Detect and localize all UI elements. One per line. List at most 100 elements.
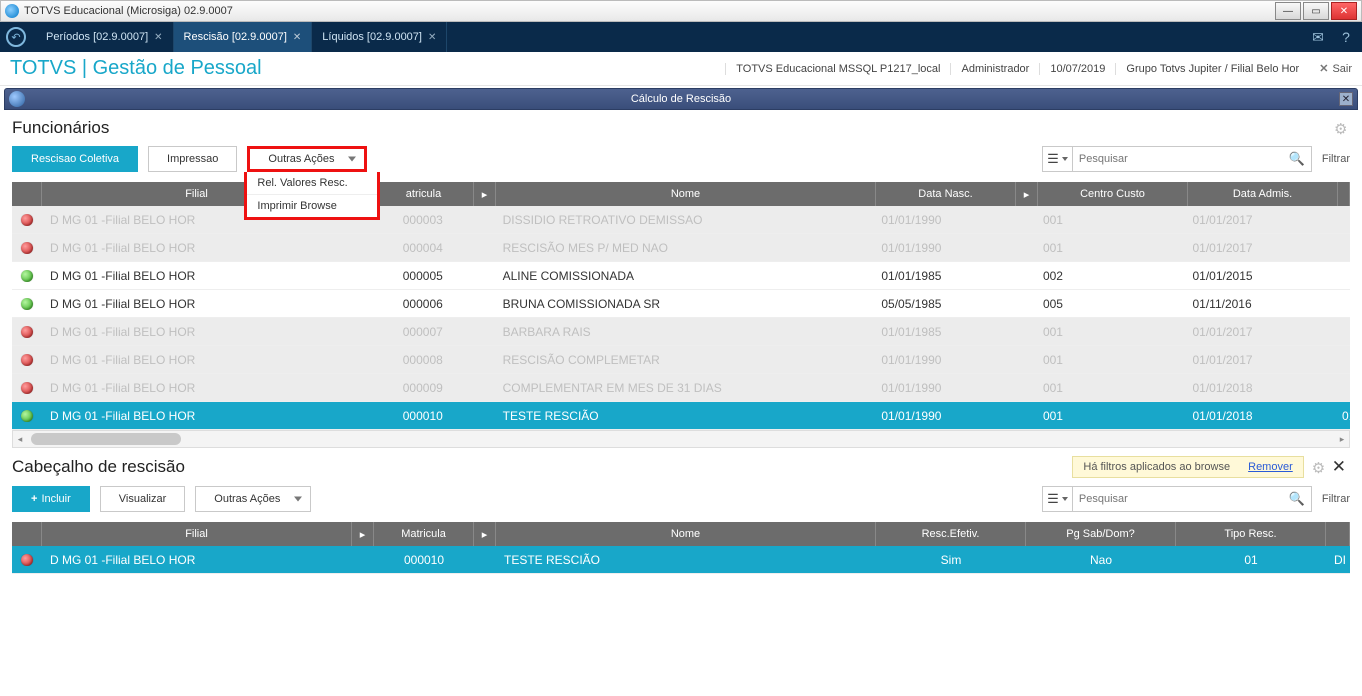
modal-header: Cálculo de Rescisão ✕ — [4, 88, 1358, 110]
status-dot-icon — [21, 214, 33, 226]
context-bar: TOTVS | Gestão de Pessoal TOTVS Educacio… — [0, 52, 1362, 86]
menu-imprimir-browse[interactable]: Imprimir Browse — [247, 194, 377, 217]
cell-matricula: 000006 — [373, 297, 473, 311]
status-dot-icon — [21, 554, 33, 566]
table-row[interactable]: D MG 01 -Filial BELO HOR000010TESTE RESC… — [12, 546, 1350, 574]
close-icon[interactable]: ✕ — [154, 32, 162, 43]
scroll-thumb[interactable] — [31, 433, 181, 445]
gear-icon[interactable]: ⚙ — [1334, 120, 1350, 136]
col-matricula[interactable]: atricula — [374, 182, 474, 206]
cell-data-nasc: 01/01/1990 — [873, 353, 1013, 367]
status-cell — [12, 554, 42, 566]
table-row[interactable]: D MG 01 -Filial BELO HOR000010TESTE RESC… — [12, 402, 1350, 430]
table-row[interactable]: D MG 01 -Filial BELO HOR000005ALINE COMI… — [12, 262, 1350, 290]
grid-funcionarios: Filial ▸ atricula ▸ Nome Data Nasc. ▸ Ce… — [12, 182, 1350, 430]
tab-periodos[interactable]: Períodos [02.9.0007] ✕ — [36, 22, 174, 52]
impressao-button[interactable]: Impressao — [148, 146, 237, 172]
status-dot-icon — [21, 298, 33, 310]
modal-close-button[interactable]: ✕ — [1339, 92, 1353, 106]
columns-icon[interactable]: ☰ — [1043, 487, 1073, 511]
close-icon[interactable]: ✕ — [293, 32, 301, 43]
col-filler — [1326, 522, 1350, 546]
col-pg-sab-dom[interactable]: Pg Sab/Dom? — [1026, 522, 1176, 546]
tab-label: Rescisão [02.9.0007] — [184, 31, 287, 43]
col-resc-efetiv[interactable]: Resc.Efetiv. — [876, 522, 1026, 546]
columns-icon[interactable]: ☰ — [1043, 147, 1073, 171]
outras-acoes-button[interactable]: Outras Ações — [247, 146, 367, 172]
incluir-button[interactable]: +Incluir — [12, 486, 90, 512]
context-user: Administrador — [950, 63, 1039, 75]
status-cell — [12, 354, 42, 366]
section-title: Funcionários — [12, 118, 1334, 138]
back-icon[interactable]: ↶ — [6, 27, 26, 47]
col-expand[interactable]: ▸ — [1016, 182, 1038, 206]
rescisao-coletiva-button[interactable]: Rescisao Coletiva — [12, 146, 138, 172]
col-data-admis[interactable]: Data Admis. — [1188, 182, 1338, 206]
cell-matricula: 000005 — [373, 269, 473, 283]
cell-data-nasc: 01/01/1990 — [873, 409, 1013, 423]
filter-link[interactable]: Filtrar — [1322, 153, 1350, 165]
menu-rel-valores-resc[interactable]: Rel. Valores Resc. — [247, 172, 377, 194]
maximize-button[interactable]: ▭ — [1303, 2, 1329, 20]
close-button[interactable]: ✕ — [1331, 2, 1357, 20]
col-expand[interactable]: ▸ — [474, 182, 496, 206]
tab-label: Períodos [02.9.0007] — [46, 31, 148, 43]
search-icon[interactable]: 🔍 — [1283, 491, 1311, 507]
status-dot-icon — [21, 326, 33, 338]
gear-icon[interactable]: ⚙ — [1312, 459, 1328, 475]
table-row[interactable]: D MG 01 -Filial BELO HOR000007BARBARA RA… — [12, 318, 1350, 346]
cell-data-nasc: 01/01/1985 — [873, 269, 1013, 283]
col-filial[interactable]: Filial — [42, 522, 352, 546]
horizontal-scrollbar[interactable]: ◂ ▸ — [12, 430, 1350, 448]
cell-nome: BARBARA RAIS — [495, 325, 874, 339]
section-close-button[interactable]: ✕ — [1328, 457, 1350, 477]
status-cell — [12, 270, 42, 282]
workspace-tab-bar: ↶ Períodos [02.9.0007] ✕ Rescisão [02.9.0… — [0, 22, 1362, 52]
table-row[interactable]: D MG 01 -Filial BELO HOR000008RESCISÃO C… — [12, 346, 1350, 374]
col-nome[interactable]: Nome — [496, 522, 876, 546]
visualizar-button[interactable]: Visualizar — [100, 486, 186, 512]
cell-resc-efetiv: Sim — [876, 553, 1026, 567]
col-centro-custo[interactable]: Centro Custo — [1038, 182, 1188, 206]
col-filler — [1338, 182, 1350, 206]
table-row[interactable]: D MG 01 -Filial BELO HOR000004RESCISÃO M… — [12, 234, 1350, 262]
mail-icon[interactable]: ✉ — [1308, 27, 1328, 47]
search-input-2[interactable] — [1073, 493, 1283, 505]
filter-remove-link[interactable]: Remover — [1248, 461, 1293, 473]
col-expand[interactable]: ▸ — [352, 522, 374, 546]
cell-centro-custo: 001 — [1035, 325, 1185, 339]
col-nome[interactable]: Nome — [496, 182, 876, 206]
context-group: Grupo Totvs Jupiter / Filial Belo Hor — [1115, 63, 1309, 75]
col-status[interactable] — [12, 522, 42, 546]
status-cell — [12, 326, 42, 338]
col-expand[interactable]: ▸ — [474, 522, 496, 546]
tab-liquidos[interactable]: Líquidos [02.9.0007]✕ — [312, 22, 447, 52]
col-matricula[interactable]: Matricula — [374, 522, 474, 546]
cell-matricula: 000010 — [374, 553, 474, 567]
table-row[interactable]: D MG 01 -Filial BELO HOR000003DISSIDIO R… — [12, 206, 1350, 234]
search-icon[interactable]: 🔍 — [1283, 151, 1311, 167]
cell-data-nasc: 01/01/1990 — [873, 213, 1013, 227]
table-row[interactable]: D MG 01 -Filial BELO HOR000009COMPLEMENT… — [12, 374, 1350, 402]
help-icon[interactable]: ? — [1336, 27, 1356, 47]
status-dot-icon — [21, 270, 33, 282]
toolbar-cabecalho: +Incluir Visualizar Outras Ações ☰ 🔍 Fil… — [0, 482, 1362, 522]
cell-nome: RESCISÃO COMPLEMETAR — [495, 353, 874, 367]
close-icon[interactable]: ✕ — [428, 32, 436, 43]
cell-matricula: 000009 — [373, 381, 473, 395]
col-status[interactable] — [12, 182, 42, 206]
col-data-nasc[interactable]: Data Nasc. — [876, 182, 1016, 206]
cell-data-admis: 01/01/2018 — [1184, 381, 1334, 395]
outras-acoes-button-2[interactable]: Outras Ações — [195, 486, 311, 512]
cell-centro-custo: 001 — [1035, 353, 1185, 367]
filter-link-2[interactable]: Filtrar — [1322, 493, 1350, 505]
scroll-right-icon[interactable]: ▸ — [1335, 434, 1349, 445]
table-row[interactable]: D MG 01 -Filial BELO HOR000006BRUNA COMI… — [12, 290, 1350, 318]
scroll-left-icon[interactable]: ◂ — [13, 434, 27, 445]
cell-centro-custo: 001 — [1035, 241, 1185, 255]
exit-button[interactable]: ✕Sair — [1319, 62, 1352, 75]
search-input[interactable] — [1073, 153, 1283, 165]
col-tipo-resc[interactable]: Tipo Resc. — [1176, 522, 1326, 546]
tab-rescisao[interactable]: Rescisão [02.9.0007] ✕ — [174, 22, 313, 52]
minimize-button[interactable]: — — [1275, 2, 1301, 20]
